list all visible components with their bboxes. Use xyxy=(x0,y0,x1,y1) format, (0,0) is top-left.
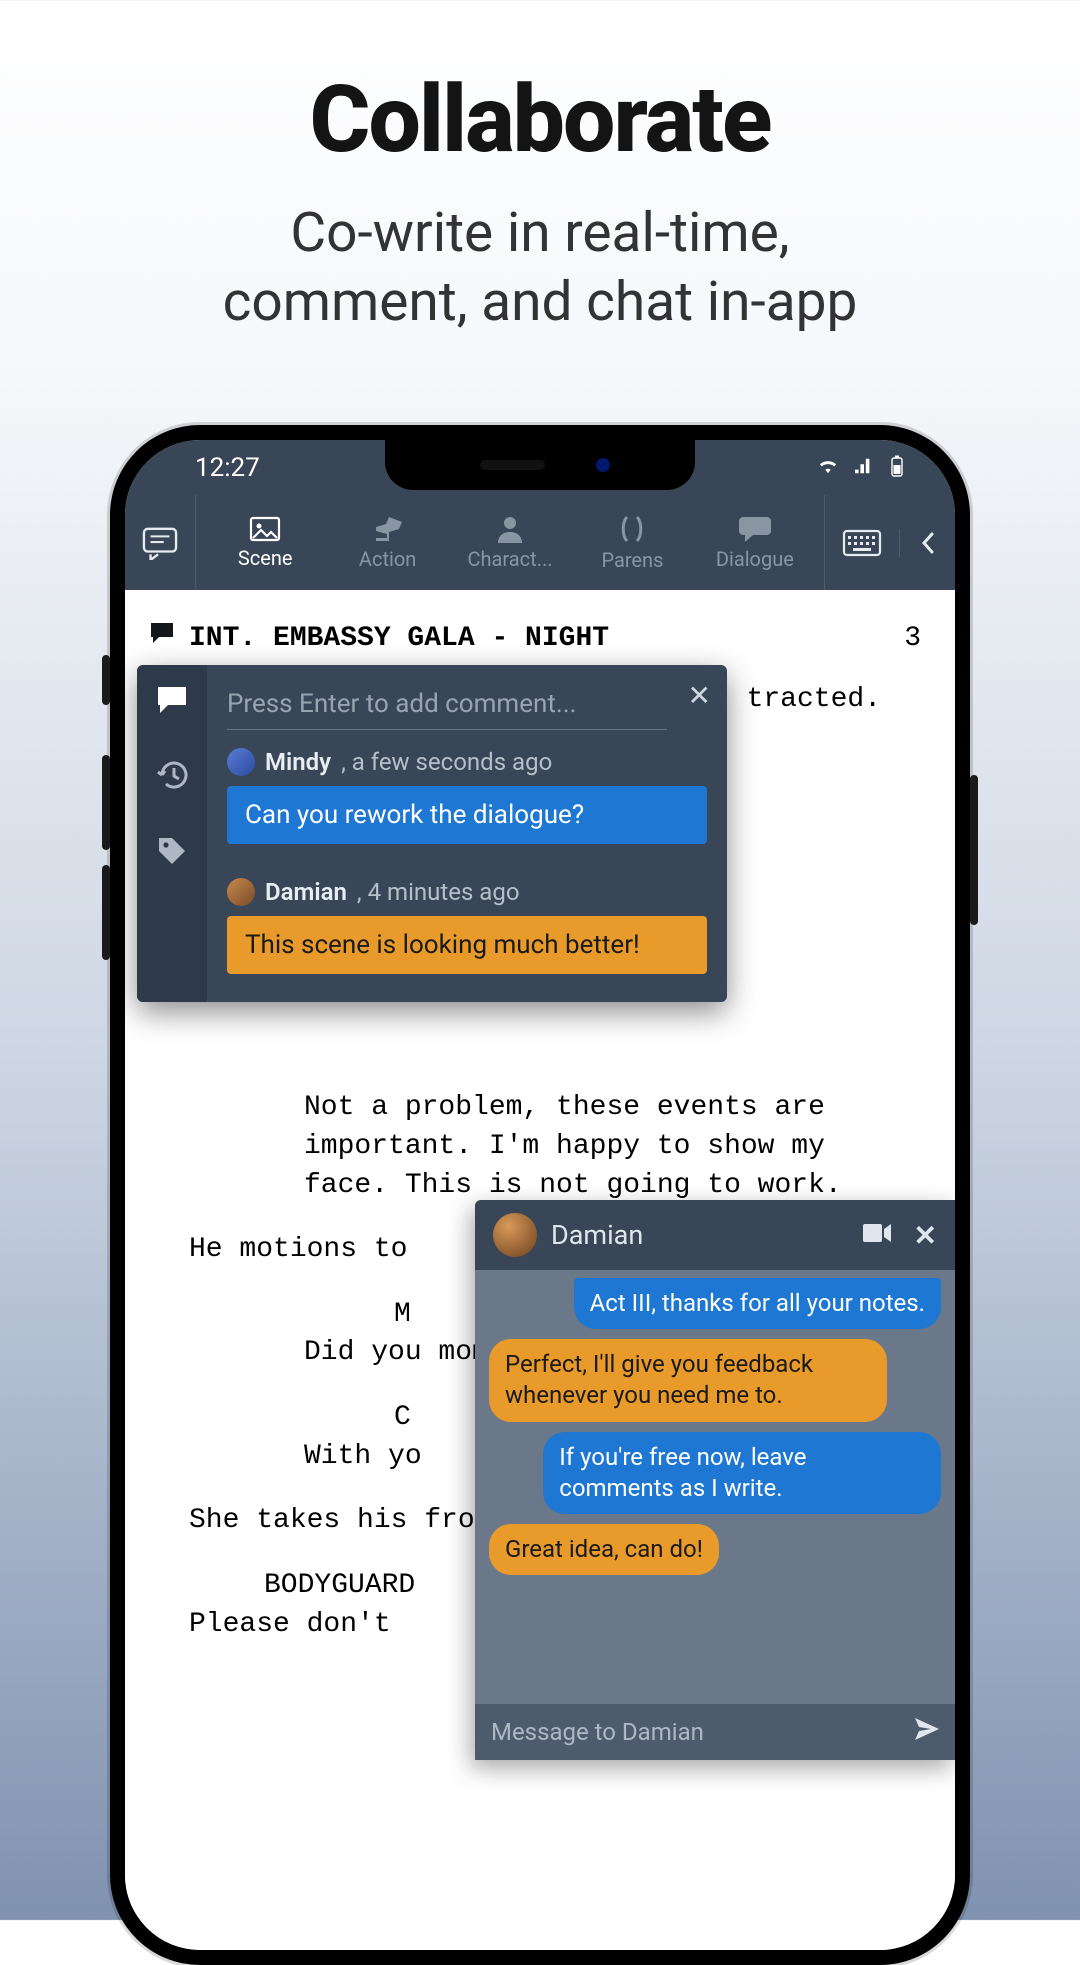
character-element-button[interactable]: Charact... xyxy=(449,515,571,571)
avatar xyxy=(227,748,255,776)
comment-input[interactable]: Press Enter to add comment... xyxy=(227,683,667,730)
chat-contact-name: Damian xyxy=(551,1219,848,1251)
chat-message-out: Great idea, can do! xyxy=(489,1524,719,1575)
comment-author: Damian xyxy=(265,878,347,906)
close-icon[interactable]: ✕ xyxy=(688,679,711,712)
chat-message-in: If you're free now, leave comments as I … xyxy=(543,1432,941,1514)
chat-input[interactable]: Message to Damian xyxy=(475,1704,955,1760)
promo-subtitle: Co-write in real-time, comment, and chat… xyxy=(0,199,1080,337)
comment-time: , 4 minutes ago xyxy=(357,878,520,906)
scene-element-button[interactable]: Scene xyxy=(204,516,326,570)
comment-text[interactable]: This scene is looking much better! xyxy=(227,916,707,974)
dialogue-label: Dialogue xyxy=(716,547,794,571)
chat-message-in: Act III, thanks for all your notes. xyxy=(574,1278,941,1329)
keyboard-button[interactable] xyxy=(825,529,900,557)
phone-silence-switch xyxy=(102,655,110,705)
promo-header: Collaborate Co-write in real-time, comme… xyxy=(0,0,1080,337)
close-icon[interactable]: ✕ xyxy=(914,1219,937,1252)
comment-text[interactable]: Can you rework the dialogue? xyxy=(227,786,707,844)
send-icon[interactable] xyxy=(913,1716,939,1748)
comment-panel-rail xyxy=(137,665,207,1002)
avatar xyxy=(493,1213,537,1257)
history-tab-icon[interactable] xyxy=(156,759,188,795)
parens-element-button[interactable]: Parens xyxy=(571,514,693,572)
chat-input-placeholder: Message to Damian xyxy=(491,1718,704,1746)
phone-volume-up xyxy=(102,755,110,850)
chat-body[interactable]: Act III, thanks for all your notes. Perf… xyxy=(475,1270,955,1704)
scene-label: Scene xyxy=(238,546,293,570)
dialogue-block[interactable]: Not a problem, these events are importan… xyxy=(304,1089,891,1205)
comment-time: , a few seconds ago xyxy=(341,748,552,776)
wifi-icon xyxy=(817,457,839,479)
comment-panel: ✕ Press Enter to add comment... Mindy , … xyxy=(137,665,727,1002)
scene-comment-marker-icon[interactable] xyxy=(149,620,175,659)
promo-title: Collaborate xyxy=(0,65,1080,174)
action-element-button[interactable]: Action xyxy=(326,515,448,571)
page-number: 3 xyxy=(904,620,931,659)
chat-window: Damian ✕ Act III, thanks for all your no… xyxy=(475,1200,955,1760)
avatar xyxy=(227,878,255,906)
status-icons xyxy=(817,455,905,481)
dialogue-element-button[interactable]: Dialogue xyxy=(694,515,816,571)
phone-screen: 12:27 Scene xyxy=(125,440,955,1950)
chat-header: Damian ✕ xyxy=(475,1200,955,1270)
comments-toggle-button[interactable] xyxy=(125,526,195,560)
app-toolbar: Scene Action Charact... Parens Dialogue xyxy=(125,495,955,590)
chat-message-out: Perfect, I'll give you feedback whenever… xyxy=(489,1339,887,1421)
signal-icon xyxy=(853,457,875,479)
video-call-icon[interactable] xyxy=(862,1222,892,1248)
comment-entry: Mindy , a few seconds ago Can you rework… xyxy=(227,748,707,844)
status-time: 12:27 xyxy=(195,453,260,483)
phone-power-button xyxy=(970,775,978,925)
collapse-button[interactable] xyxy=(900,531,955,555)
parens-label: Parens xyxy=(601,548,663,572)
phone-notch xyxy=(385,440,695,490)
phone-frame: 12:27 Scene xyxy=(110,425,970,1965)
tags-tab-icon[interactable] xyxy=(156,835,188,871)
comment-entry: Damian , 4 minutes ago This scene is loo… xyxy=(227,878,707,974)
scene-heading[interactable]: INT. EMBASSY GALA - NIGHT xyxy=(189,620,609,659)
phone-volume-down xyxy=(102,865,110,960)
comments-tab-icon[interactable] xyxy=(156,685,188,719)
character-label: Charact... xyxy=(468,547,553,571)
comment-author: Mindy xyxy=(265,748,331,776)
battery-icon xyxy=(889,455,905,481)
action-label: Action xyxy=(359,547,416,571)
